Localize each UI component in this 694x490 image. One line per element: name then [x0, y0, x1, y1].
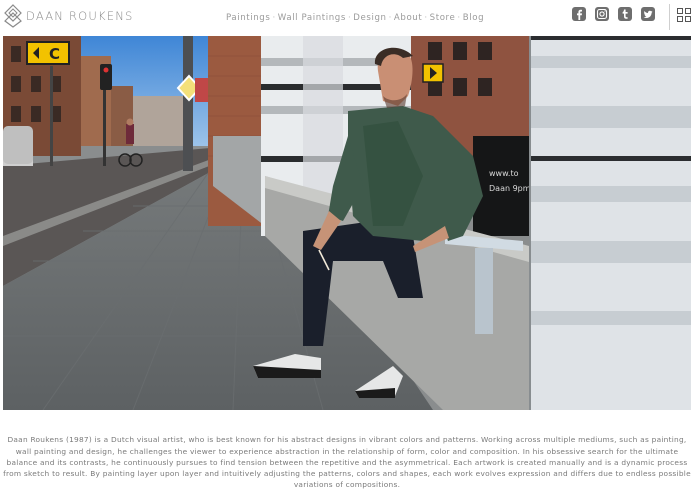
- header-divider: [669, 4, 670, 30]
- grid-menu-icon[interactable]: [677, 8, 691, 22]
- instagram-icon[interactable]: [595, 7, 609, 21]
- artist-bio: Daan Roukens (1987) is a Dutch visual ar…: [3, 435, 691, 490]
- twitter-icon[interactable]: [641, 7, 655, 21]
- tumblr-icon[interactable]: [618, 7, 632, 21]
- artist-photo: C www.to Daan 9pm: [3, 36, 691, 410]
- nav-design[interactable]: Design: [353, 13, 386, 23]
- nav-wall-paintings[interactable]: Wall Paintings: [278, 13, 346, 23]
- nav-separator: ·: [457, 13, 461, 23]
- nav-separator: ·: [272, 13, 276, 23]
- nav-separator: ·: [424, 13, 428, 23]
- site-header: DAAN ROUKENS Paintings · Wall Paintings …: [0, 0, 694, 36]
- window-text-1: www.to: [489, 169, 519, 178]
- nav-blog[interactable]: Blog: [463, 13, 484, 23]
- main-nav: Paintings · Wall Paintings · Design · Ab…: [226, 13, 484, 23]
- social-links: [572, 7, 655, 21]
- sign-letter: C: [49, 45, 60, 63]
- facebook-icon[interactable]: [572, 7, 586, 21]
- hero-photo: C www.to Daan 9pm: [3, 36, 691, 410]
- brand-name: DAAN ROUKENS: [26, 9, 134, 23]
- logo-mark-icon: [4, 4, 22, 28]
- nav-about[interactable]: About: [394, 13, 422, 23]
- nav-separator: ·: [347, 13, 352, 23]
- nav-separator: ·: [388, 13, 392, 23]
- logo[interactable]: DAAN ROUKENS: [4, 4, 134, 28]
- nav-paintings[interactable]: Paintings: [226, 13, 270, 23]
- nav-store[interactable]: Store: [430, 13, 456, 23]
- window-text-2: Daan 9pm: [489, 184, 531, 193]
